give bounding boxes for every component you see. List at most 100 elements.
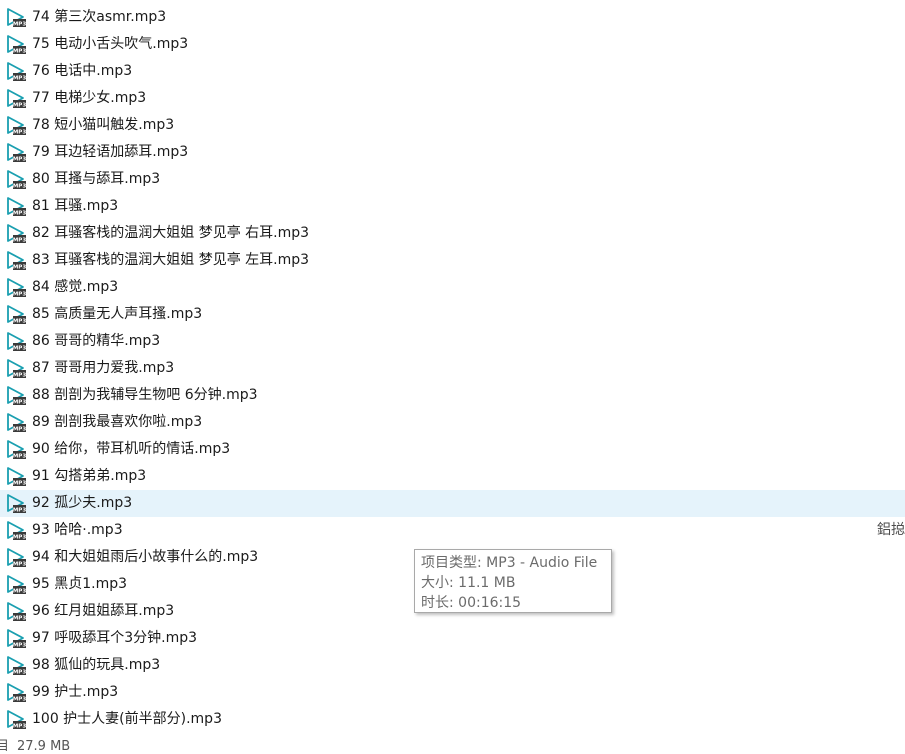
- tooltip-duration: 时长: 00:16:15: [421, 595, 522, 611]
- status-selected-size: 27.9 MB: [17, 739, 71, 754]
- mp3-audio-file-icon: MP3: [5, 710, 27, 730]
- file-name: 96 红月姐姐舔耳.mp3: [32, 603, 175, 619]
- file-row[interactable]: MP3 87 哥哥用力爱我.mp3: [0, 355, 905, 382]
- mp3-audio-file-icon: MP3: [5, 197, 27, 217]
- svg-text:MP3: MP3: [13, 130, 27, 136]
- file-name: 84 感觉.mp3: [32, 279, 119, 295]
- file-name: 95 黑贞1.mp3: [32, 576, 128, 592]
- file-row[interactable]: MP3 77 电梯少女.mp3: [0, 85, 905, 112]
- file-name: 80 耳搔与舔耳.mp3: [32, 171, 161, 187]
- svg-text:MP3: MP3: [13, 562, 27, 568]
- file-row[interactable]: MP3 97 呼吸舔耳个3分钟.mp3: [0, 625, 905, 652]
- mp3-audio-file-icon: MP3: [5, 386, 27, 406]
- svg-text:MP3: MP3: [13, 724, 27, 730]
- file-row[interactable]: MP3 85 高质量无人声耳搔.mp3: [0, 301, 905, 328]
- mp3-audio-file-icon: MP3: [5, 332, 27, 352]
- svg-text:MP3: MP3: [13, 670, 27, 676]
- mp3-audio-file-icon: MP3: [5, 35, 27, 55]
- svg-text:MP3: MP3: [13, 319, 27, 325]
- mp3-audio-file-icon: MP3: [5, 143, 27, 163]
- mp3-audio-file-icon: MP3: [5, 278, 27, 298]
- mp3-audio-file-icon: MP3: [5, 602, 27, 622]
- file-name: 82 耳骚客栈的温润大姐姐 梦见亭 右耳.mp3: [32, 225, 310, 241]
- file-row[interactable]: MP3 75 电动小舌头吹气.mp3: [0, 31, 905, 58]
- file-name: 75 电动小舌头吹气.mp3: [32, 36, 189, 52]
- mp3-audio-file-icon: MP3: [5, 224, 27, 244]
- file-name: 97 呼吸舔耳个3分钟.mp3: [32, 630, 198, 646]
- mp3-audio-file-icon: MP3: [5, 89, 27, 109]
- svg-text:MP3: MP3: [13, 616, 27, 622]
- mp3-audio-file-icon: MP3: [5, 548, 27, 568]
- svg-text:MP3: MP3: [13, 643, 27, 649]
- file-row[interactable]: MP3 79 耳边轻语加舔耳.mp3: [0, 139, 905, 166]
- file-row[interactable]: MP3 89 剖剖我最喜欢你啦.mp3: [0, 409, 905, 436]
- status-bar: 目 27.9 MB: [0, 739, 905, 754]
- mp3-audio-file-icon: MP3: [5, 575, 27, 595]
- mp3-audio-file-icon: MP3: [5, 305, 27, 325]
- svg-text:MP3: MP3: [13, 373, 27, 379]
- file-row[interactable]: MP3 86 哥哥的精华.mp3: [0, 328, 905, 355]
- mp3-audio-file-icon: MP3: [5, 413, 27, 433]
- file-name: 98 狐仙的玩具.mp3: [32, 657, 161, 673]
- file-row[interactable]: MP3 91 勾搭弟弟.mp3: [0, 463, 905, 490]
- tooltip-size: 大小: 11.1 MB: [421, 575, 516, 591]
- file-name: 94 和大姐姐雨后小故事什么的.mp3: [32, 549, 259, 565]
- file-name: 92 孤少夫.mp3: [32, 495, 133, 511]
- svg-text:MP3: MP3: [13, 427, 27, 433]
- mp3-audio-file-icon: MP3: [5, 494, 27, 514]
- file-row[interactable]: MP3 84 感觉.mp3: [0, 274, 905, 301]
- mp3-audio-file-icon: MP3: [5, 62, 27, 82]
- mp3-audio-file-icon: MP3: [5, 440, 27, 460]
- mp3-audio-file-icon: MP3: [5, 521, 27, 541]
- svg-text:MP3: MP3: [13, 697, 27, 703]
- file-name: 93 哈哈·.mp3: [32, 522, 123, 538]
- file-name: 81 耳骚.mp3: [32, 198, 119, 214]
- status-item-count-fragment: 目: [0, 739, 10, 754]
- mp3-audio-file-icon: MP3: [5, 359, 27, 379]
- file-row[interactable]: MP3 82 耳骚客栈的温润大姐姐 梦见亭 右耳.mp3: [0, 220, 905, 247]
- mp3-audio-file-icon: MP3: [5, 8, 27, 28]
- file-row[interactable]: MP3 92 孤少夫.mp3: [0, 490, 905, 517]
- file-list: MP3 74 第三次asmr.mp3 MP3 75 电动小舌头吹气.mp3 MP3 76 …: [0, 4, 905, 733]
- mp3-audio-file-icon: MP3: [5, 251, 27, 271]
- file-name: 89 剖剖我最喜欢你啦.mp3: [32, 414, 203, 430]
- svg-text:MP3: MP3: [13, 238, 27, 244]
- svg-text:MP3: MP3: [13, 184, 27, 190]
- mp3-audio-file-icon: MP3: [5, 656, 27, 676]
- svg-text:MP3: MP3: [13, 157, 27, 163]
- file-name: 83 耳骚客栈的温润大姐姐 梦见亭 左耳.mp3: [32, 252, 310, 268]
- file-row[interactable]: MP3 83 耳骚客栈的温润大姐姐 梦见亭 左耳.mp3: [0, 247, 905, 274]
- svg-text:MP3: MP3: [13, 265, 27, 271]
- file-row[interactable]: MP3 78 短小猫叫触发.mp3: [0, 112, 905, 139]
- mp3-audio-file-icon: MP3: [5, 170, 27, 190]
- file-row[interactable]: MP3 88 剖剖为我辅导生物吧 6分钟.mp3: [0, 382, 905, 409]
- mp3-audio-file-icon: MP3: [5, 683, 27, 703]
- mp3-audio-file-icon: MP3: [5, 467, 27, 487]
- truncated-column-text: 鋁搃: [877, 522, 905, 538]
- file-row[interactable]: MP3 100 护士人妻(前半部分).mp3: [0, 706, 905, 733]
- file-name: 77 电梯少女.mp3: [32, 90, 147, 106]
- svg-text:MP3: MP3: [13, 481, 27, 487]
- svg-text:MP3: MP3: [13, 49, 27, 55]
- svg-text:MP3: MP3: [13, 22, 27, 28]
- svg-text:MP3: MP3: [13, 508, 27, 514]
- file-row[interactable]: MP3 76 电话中.mp3: [0, 58, 905, 85]
- file-name: 78 短小猫叫触发.mp3: [32, 117, 175, 133]
- file-row[interactable]: MP3 99 护士.mp3: [0, 679, 905, 706]
- mp3-audio-file-icon: MP3: [5, 116, 27, 136]
- file-row[interactable]: MP3 80 耳搔与舔耳.mp3: [0, 166, 905, 193]
- file-row[interactable]: MP3 81 耳骚.mp3: [0, 193, 905, 220]
- file-name: 74 第三次asmr.mp3: [32, 9, 167, 25]
- file-name: 90 给你，带耳机听的情话.mp3: [32, 441, 231, 457]
- file-row[interactable]: MP3 98 狐仙的玩具.mp3: [0, 652, 905, 679]
- svg-text:MP3: MP3: [13, 535, 27, 541]
- svg-text:MP3: MP3: [13, 292, 27, 298]
- file-row[interactable]: MP3 74 第三次asmr.mp3: [0, 4, 905, 31]
- file-name: 91 勾搭弟弟.mp3: [32, 468, 147, 484]
- file-info-tooltip: 项目类型: MP3 - Audio File 大小: 11.1 MB 时长: 0…: [414, 549, 612, 613]
- svg-text:MP3: MP3: [13, 76, 27, 82]
- file-row[interactable]: MP3 93 哈哈·.mp3 鋁搃: [0, 517, 905, 544]
- file-name: 79 耳边轻语加舔耳.mp3: [32, 144, 189, 160]
- file-name: 76 电话中.mp3: [32, 63, 133, 79]
- file-row[interactable]: MP3 90 给你，带耳机听的情话.mp3: [0, 436, 905, 463]
